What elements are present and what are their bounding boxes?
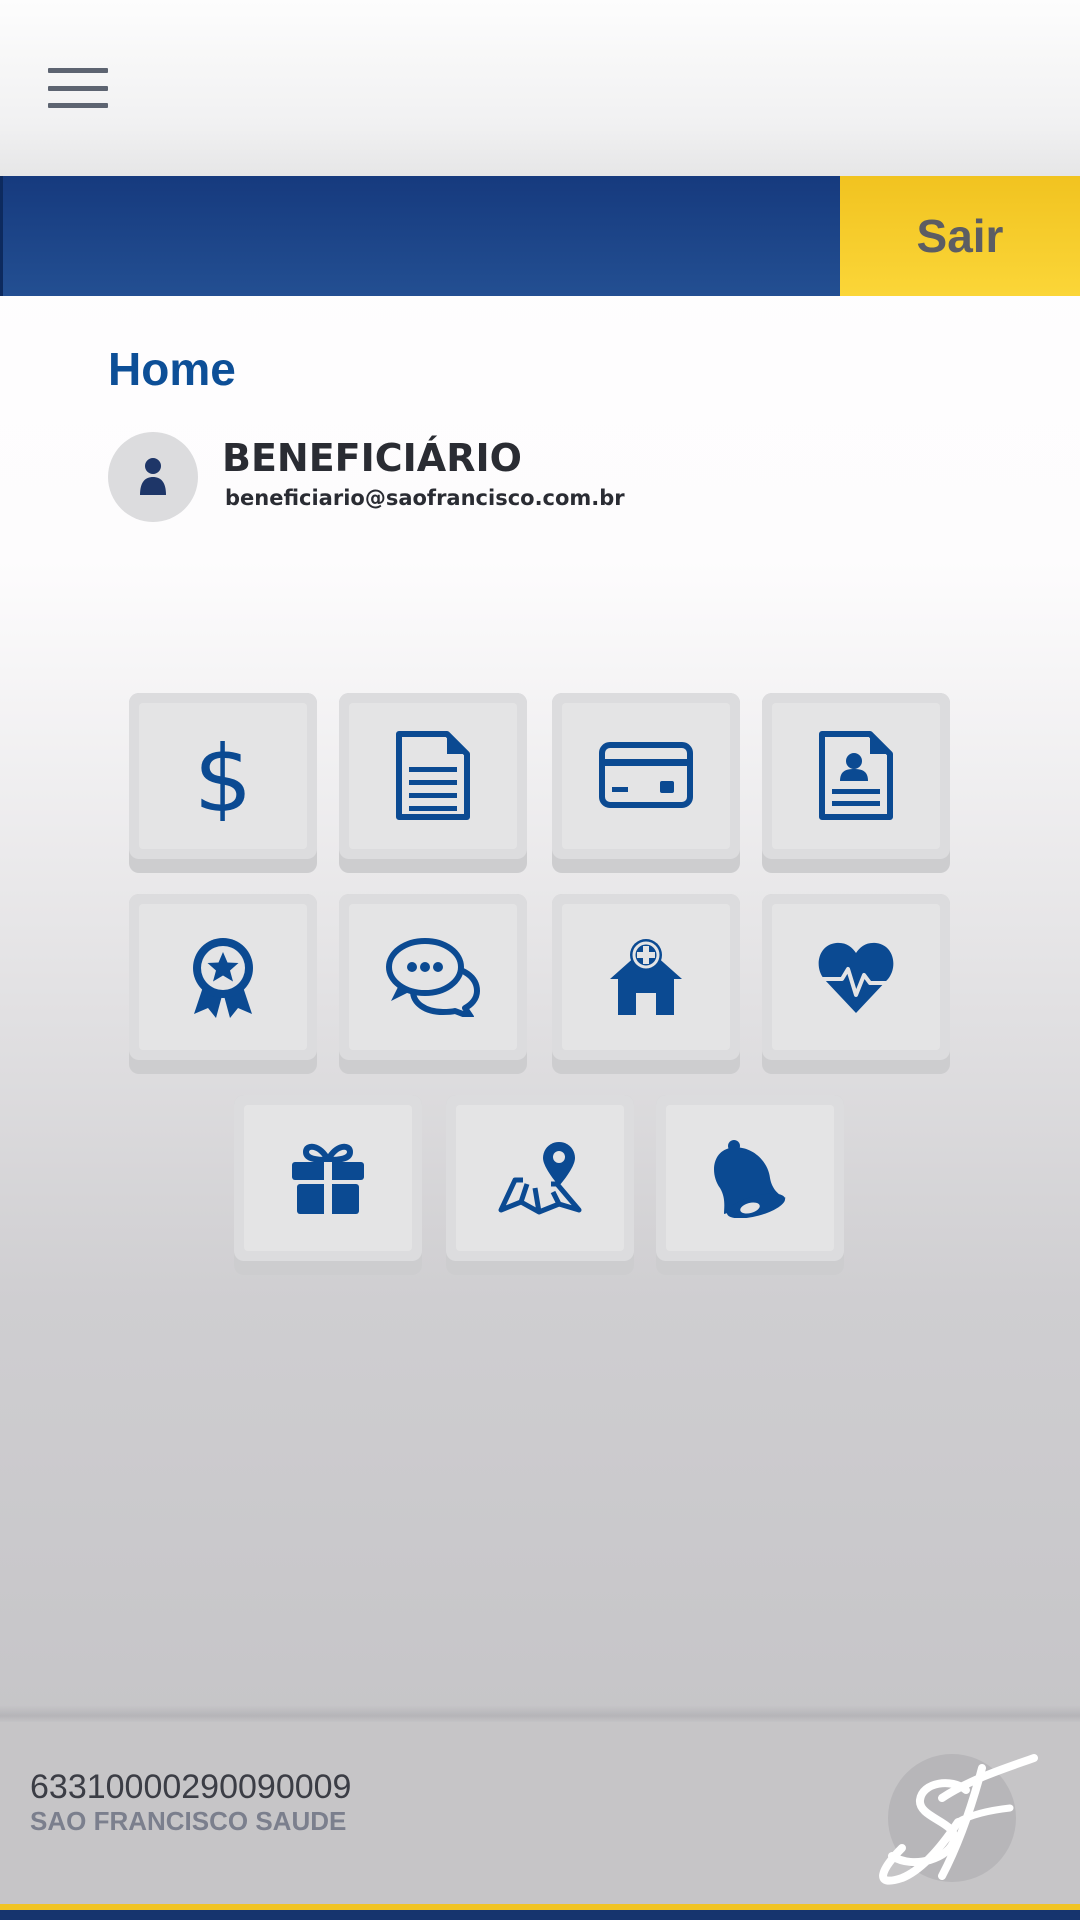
tile-documents[interactable] [339,693,527,873]
award-badge-icon [193,938,253,1018]
header-banner [0,176,840,296]
tile-card[interactable] [552,693,740,873]
logout-button[interactable]: Sair [840,176,1080,296]
svg-text:$: $ [194,731,253,821]
tile-health[interactable] [762,894,950,1074]
page-title: Home [108,343,236,395]
tile-financial[interactable]: $ [129,693,317,873]
id-document-icon [819,731,893,820]
avatar [108,432,198,522]
map-pin-icon [498,1142,582,1215]
tile-benefits[interactable] [129,894,317,1074]
top-bar [0,0,1080,176]
user-icon [140,458,166,495]
tile-gifts[interactable] [234,1095,422,1275]
credit-card-icon [599,742,693,808]
chat-bubbles-icon [386,938,480,1017]
hamburger-menu-icon[interactable] [48,68,108,108]
heart-pulse-icon [818,942,894,1013]
tile-health-network[interactable] [552,894,740,1074]
document-icon [396,731,470,820]
company-name: SAO FRANCISCO SAUDE [30,1806,347,1836]
tile-map[interactable] [446,1095,634,1275]
gift-icon [292,1143,364,1216]
footer-shadow [0,1705,1080,1723]
tile-id-card[interactable] [762,693,950,873]
tile-messages[interactable] [339,894,527,1074]
health-home-icon [610,939,682,1015]
card-number: 63310000290090009 [30,1768,352,1806]
dollar-icon: $ [194,731,253,821]
tile-notifications[interactable] [656,1095,844,1275]
sf-logo-icon [879,1754,1038,1885]
bell-icon [714,1140,786,1218]
user-email: beneficiario@saofrancisco.com.br [225,486,625,510]
footer-color-bar [0,1904,1080,1920]
user-name: BENEFICIÁRIO [222,436,522,480]
